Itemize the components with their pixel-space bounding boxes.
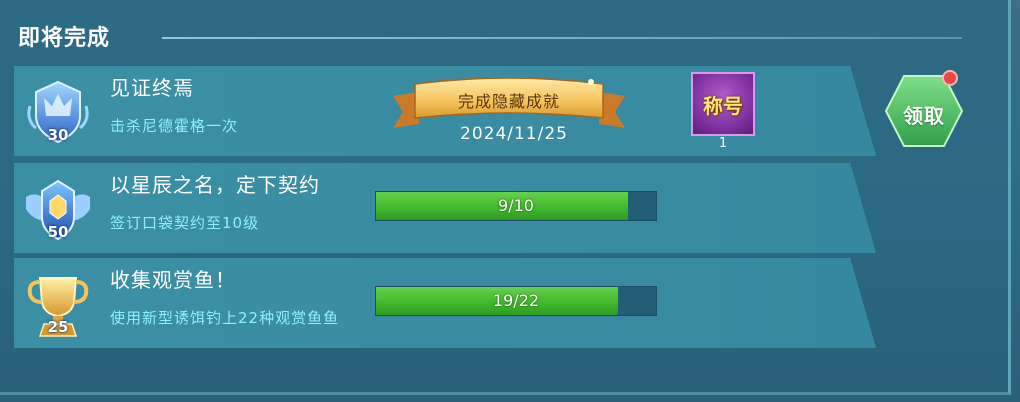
reward-count: 1 (718, 136, 728, 151)
badge-level: 50 (47, 223, 69, 241)
reward-label: 称号 (703, 94, 743, 118)
badge-level: 30 (47, 126, 69, 144)
achievement-row[interactable]: 30 见证终焉 击杀尼德霍格一次 完成隐藏成就 2024/11/25 称号 1 (14, 66, 876, 156)
title-reward-icon[interactable]: 称号 (691, 72, 755, 136)
progress-text: 19/22 (492, 291, 540, 310)
achievement-description: 击杀尼德霍格一次 (110, 117, 239, 135)
achievement-title: 以星辰之名，定下契约 (110, 173, 320, 197)
blue-crown-badge-icon: 30 (22, 76, 94, 150)
progress-bar: 9/10 (375, 191, 657, 221)
completion-date: 2024/11/25 (460, 124, 568, 144)
gold-trophy-badge-icon: 25 (22, 268, 94, 342)
blue-winged-badge-icon: 50 (22, 173, 94, 247)
completed-status: 完成隐藏成就 (457, 92, 560, 111)
claim-button-label: 领取 (903, 104, 945, 128)
notification-dot (942, 70, 958, 86)
progress-text: 9/10 (498, 196, 534, 215)
achievement-description: 使用新型诱饵钓上22种观赏鱼鱼 (110, 309, 340, 327)
achievement-row[interactable]: 50 以星辰之名，定下契约 签订口袋契约至10级 9/10 (14, 163, 876, 253)
achievement-title: 收集观赏鱼！ (110, 268, 236, 292)
achievement-panel: 即将完成 30 见证终焉 击杀尼德霍格一次 完成隐藏成就 2024/11/25 … (0, 0, 1011, 395)
progress-bar: 19/22 (375, 286, 657, 316)
achievement-row[interactable]: 25 收集观赏鱼！ 使用新型诱饵钓上22种观赏鱼鱼 19/22 (14, 258, 876, 348)
badge-level: 25 (47, 318, 69, 336)
section-divider (162, 37, 962, 39)
achievement-description: 签订口袋契约至10级 (110, 214, 260, 232)
section-title: 即将完成 (18, 26, 111, 51)
achievement-title: 见证终焉 (110, 76, 194, 100)
